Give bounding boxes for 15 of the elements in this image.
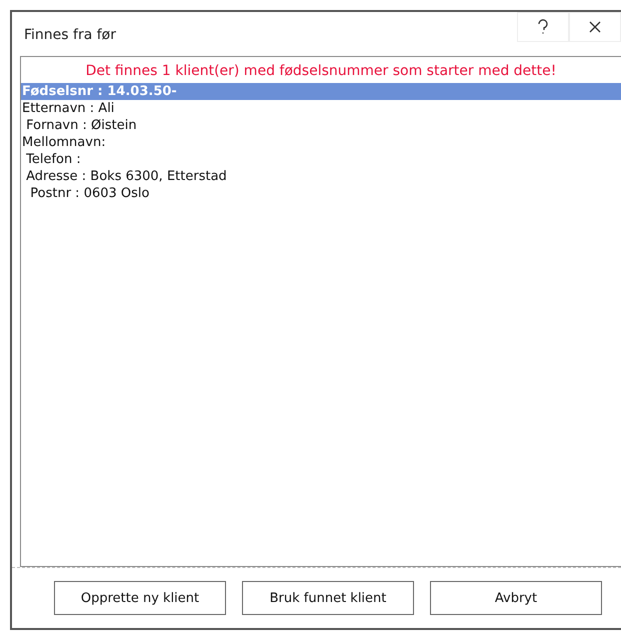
warning-message: Det finnes 1 klient(er) med fødselsnummer som starter med dette! [84,62,558,81]
dialog-button[interactable]: Avbryt [430,581,602,615]
list-item[interactable]: Mellomnavn: [21,134,621,151]
dialog-button[interactable]: Opprette ny klient [54,581,226,615]
list-item[interactable]: Postnr : 0603 Oslo [21,185,621,202]
dialog-button[interactable]: Bruk funnet klient [242,581,414,615]
list-item[interactable]: Etternavn : Ali [21,100,621,117]
list-item[interactable]: Telefon : [21,151,621,168]
help-icon [537,19,549,35]
help-button[interactable] [517,12,569,42]
close-button[interactable] [569,12,621,42]
close-icon [588,20,602,34]
list-item[interactable]: Adresse : Boks 6300, Etterstad [21,168,621,185]
window-title: Finnes fra før [24,27,116,43]
list-item[interactable]: Fornavn : Øistein [21,117,621,134]
